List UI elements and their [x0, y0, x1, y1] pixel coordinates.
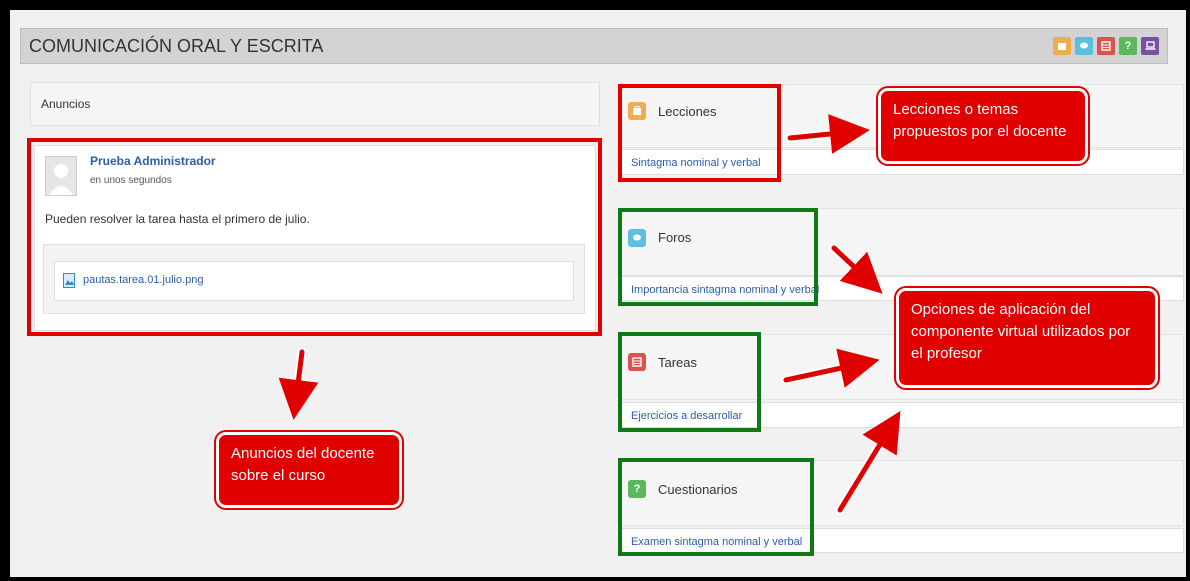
callout-lecciones-line: propuestos por el docente — [893, 123, 1067, 140]
callout-lecciones: Lecciones o temas propuestos por el doce… — [878, 88, 1088, 164]
callout-opciones: Opciones de aplicación del componente vi… — [896, 288, 1158, 388]
callout-anuncios: Anuncios del docente sobre el curso — [216, 432, 402, 508]
arrow-cuestionarios — [837, 410, 901, 513]
arrow-foros — [831, 245, 883, 294]
callout-opciones-line: el profesor — [911, 345, 982, 362]
callout-lecciones-line: Lecciones o temas — [893, 101, 1019, 118]
callout-anuncios-line: sobre el curso — [231, 467, 326, 484]
arrow-tareas — [783, 348, 880, 388]
callout-anuncios-line: Anuncios del docente — [231, 445, 375, 462]
callout-opciones-line: Opciones de aplicación del — [911, 301, 1091, 318]
callout-opciones-line: componente virtual utilizados por — [911, 323, 1131, 340]
